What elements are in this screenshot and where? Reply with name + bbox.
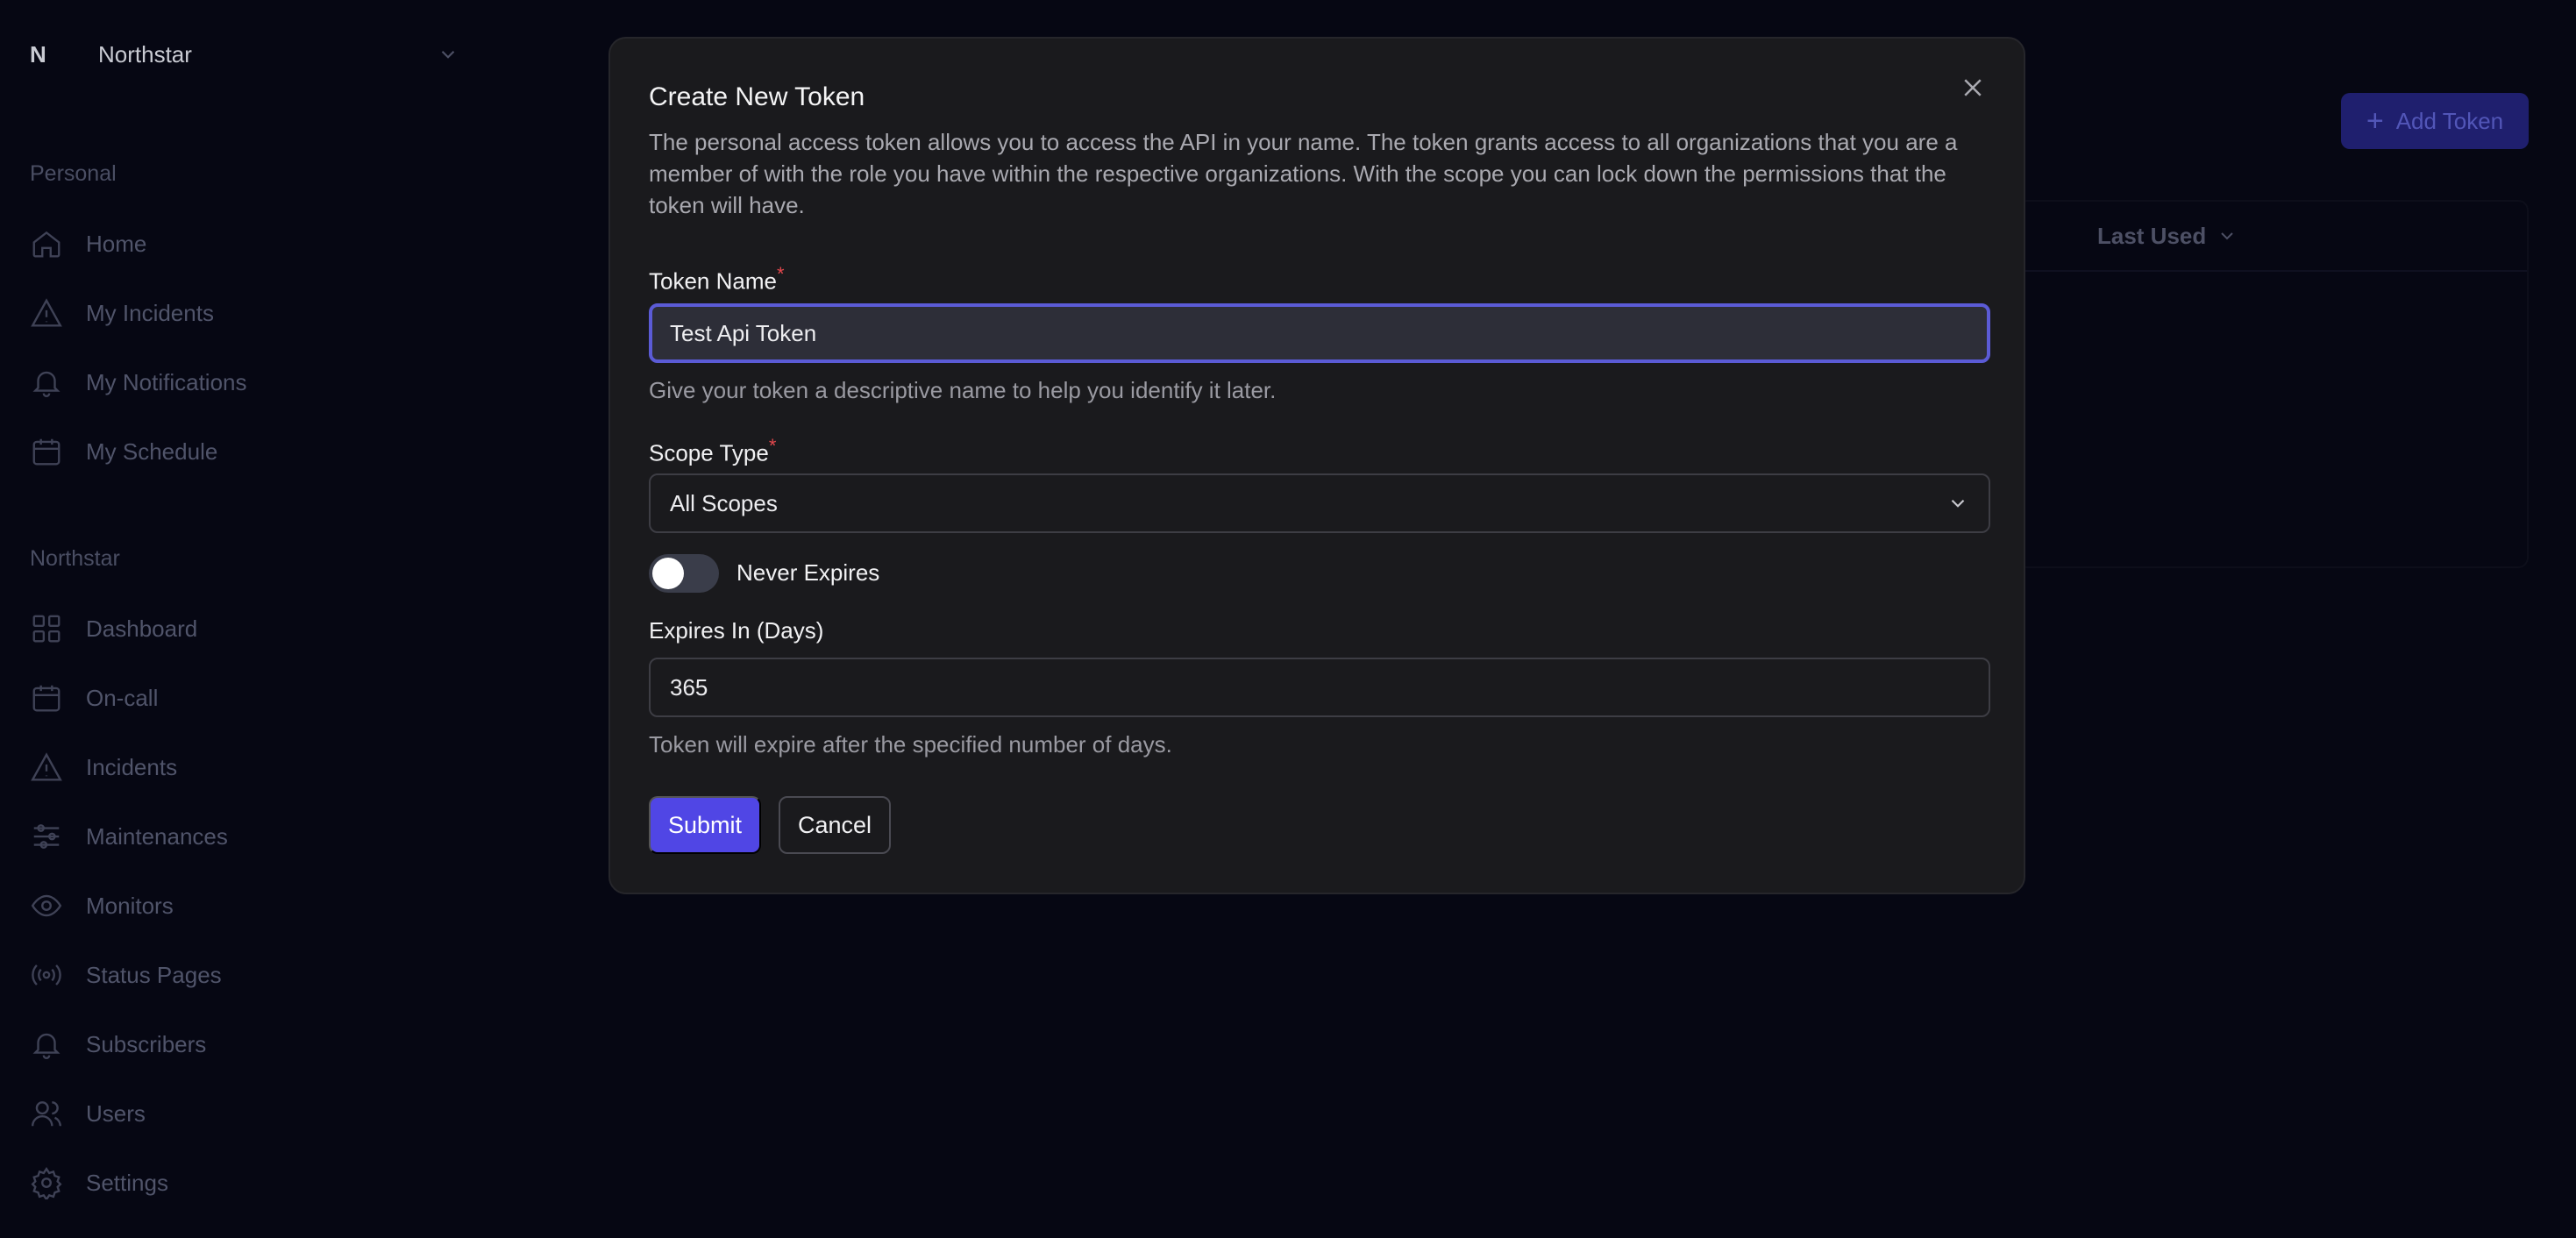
expires-help: Token will expire after the specified nu…: [649, 731, 1172, 758]
token-name-label-text: Token Name: [649, 267, 777, 295]
gear-icon: [31, 1167, 62, 1199]
org-switcher[interactable]: N Northstar: [30, 35, 459, 74]
modal-title: Create New Token: [649, 82, 865, 111]
alert-triangle-icon: [31, 298, 62, 327]
sidebar-item-status-pages[interactable]: Status Pages: [30, 953, 222, 997]
sidebar-item-label: My Schedule: [86, 438, 218, 465]
sidebar-item-monitors[interactable]: Monitors: [30, 884, 174, 928]
sidebar-item-on-call[interactable]: On-call: [30, 676, 158, 720]
sidebar-item-label: On-call: [86, 684, 159, 711]
expires-label: Expires In (Days): [649, 617, 824, 644]
sidebar-item-maintenances[interactable]: Maintenances: [30, 815, 228, 858]
scope-type-value: All Scopes: [670, 489, 778, 516]
scope-type-label-text: Scope Type: [649, 439, 769, 466]
table-header: Last Used: [2017, 202, 2527, 272]
token-name-help: Give your token a descriptive name to he…: [649, 377, 1277, 403]
token-name-label: Token Name*: [649, 263, 785, 295]
tokens-table: Last Used: [2017, 200, 2529, 568]
sidebar-item-label: Users: [86, 1099, 146, 1127]
submit-button[interactable]: Submit: [649, 796, 761, 854]
sidebar-item-label: Subscribers: [86, 1030, 207, 1057]
home-icon: [32, 231, 60, 258]
sidebar-item-label: My Incidents: [86, 299, 214, 326]
scope-type-label: Scope Type*: [649, 435, 776, 467]
required-marker: *: [768, 435, 777, 457]
create-token-modal: Create New Token The personal access tok…: [608, 37, 2025, 894]
grid-icon: [32, 615, 60, 643]
never-expires-label: Never Expires: [737, 559, 880, 586]
sidebar-item-incidents[interactable]: Incidents: [30, 745, 177, 789]
sliders-icon: [33, 824, 60, 849]
close-button[interactable]: [1955, 70, 1990, 105]
sidebar-item-my-notifications[interactable]: My Notifications: [30, 360, 247, 404]
token-name-input[interactable]: [649, 303, 1990, 363]
modal-description: The personal access token allows you to …: [649, 129, 1958, 218]
cancel-button[interactable]: Cancel: [779, 796, 891, 854]
chevron-down-icon: [2221, 232, 2233, 240]
alert-triangle-icon: [31, 752, 62, 781]
org-avatar: N: [30, 40, 46, 68]
sidebar-item-label: Settings: [86, 1169, 168, 1196]
org-name: Northstar: [98, 40, 192, 68]
sidebar-item-label: Incidents: [86, 753, 178, 780]
sidebar-item-label: Maintenances: [86, 822, 228, 850]
app-root: N Northstar Personal Home My Incidents M…: [0, 0, 2576, 1238]
section-label-org: Northstar: [30, 546, 120, 571]
calendar-icon: [32, 685, 60, 712]
sidebar-item-label: Home: [86, 230, 147, 257]
sidebar-item-subscribers[interactable]: Subscribers: [30, 1022, 206, 1066]
close-icon: [1964, 79, 1982, 96]
sidebar-item-my-schedule[interactable]: My Schedule: [30, 430, 217, 473]
sidebar-item-home[interactable]: Home: [30, 222, 146, 266]
column-header-last-used[interactable]: Last Used: [2097, 223, 2206, 250]
sidebar: N Northstar Personal Home My Incidents M…: [0, 0, 473, 1238]
never-expires-toggle[interactable]: [649, 554, 719, 593]
sidebar-item-settings[interactable]: Settings: [30, 1161, 168, 1205]
sidebar-item-label: Monitors: [86, 892, 174, 919]
users-icon: [31, 1101, 62, 1127]
sidebar-item-users[interactable]: Users: [30, 1092, 146, 1135]
expires-days-input[interactable]: [649, 658, 1990, 717]
sidebar-item-label: Status Pages: [86, 961, 222, 988]
sidebar-item-my-incidents[interactable]: My Incidents: [30, 291, 214, 335]
calendar-icon: [32, 438, 60, 466]
plus-icon: +: [2366, 104, 2384, 138]
eye-icon: [31, 894, 62, 917]
bell-icon: [32, 371, 60, 397]
toggle-knob: [652, 558, 684, 589]
section-label-personal: Personal: [30, 161, 117, 186]
scope-type-select[interactable]: All Scopes: [649, 473, 1990, 533]
add-token-label: Add Token: [2395, 107, 2504, 134]
bell-icon: [32, 1033, 60, 1059]
broadcast-icon: [32, 964, 61, 985]
add-token-button[interactable]: + Add Token: [2341, 93, 2529, 149]
sidebar-item-label: My Notifications: [86, 368, 247, 395]
required-marker: *: [776, 263, 785, 285]
sidebar-item-label: Dashboard: [86, 615, 198, 642]
sidebar-item-dashboard[interactable]: Dashboard: [30, 607, 197, 651]
chevron-down-icon: [441, 50, 455, 59]
chevron-down-icon: [1951, 499, 1965, 508]
